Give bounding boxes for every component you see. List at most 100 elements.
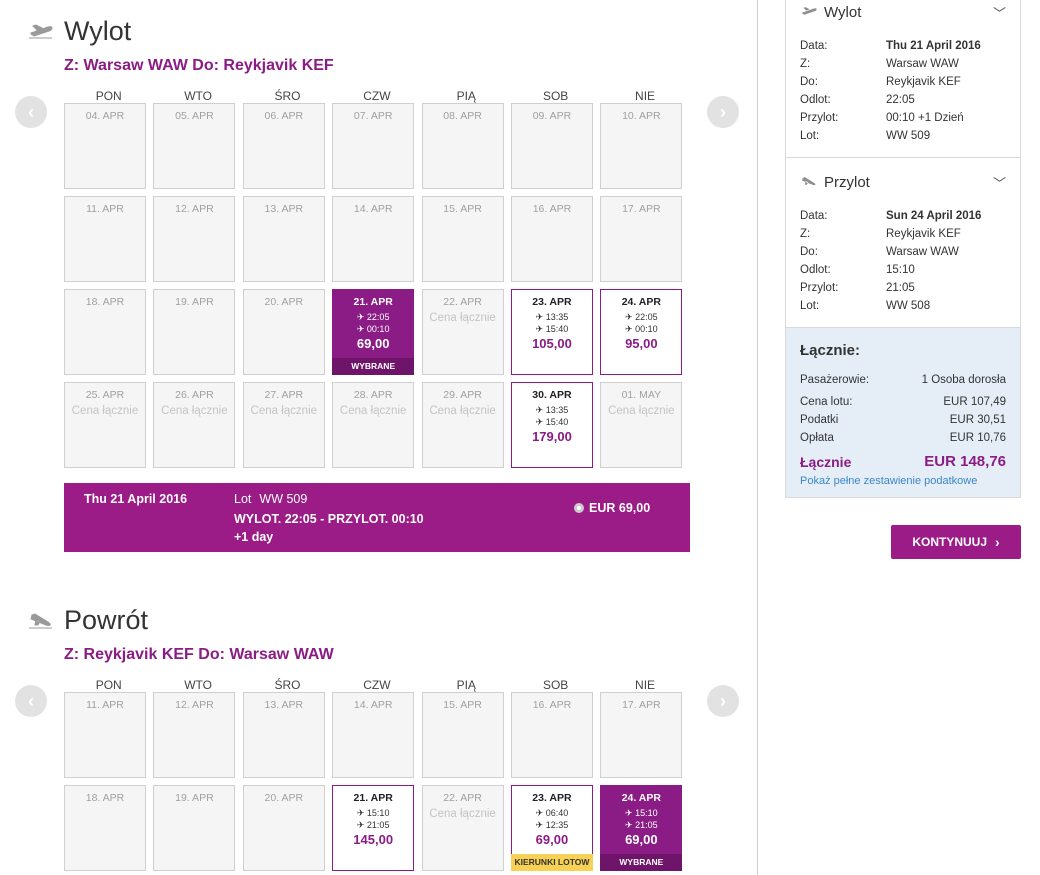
radio-selected-icon [574,503,584,513]
plane-landing-icon: ✈ [535,820,546,830]
sidebar-inbound-details: Data: Sun 24 April 2016 Z: Reykjavik KEF Do:… [800,207,1006,315]
day-cell[interactable]: 24. APR ✈ 15:10 ✈ 21:05 69,00 WYBRANE [600,785,683,871]
day-date: 01. MAY [621,389,662,401]
day-date: 21. APR [353,792,393,804]
outbound-next-week-button[interactable]: › [707,96,739,128]
fare-radio[interactable]: EUR 69,00 [574,501,650,515]
day-cell: 06. APR [242,103,325,189]
sidebar-inbound-title: Przylot [824,173,870,191]
sidebar-outbound-details: Data: Thu 21 April 2016 Z: Warsaw WAW Do: Rey… [800,37,1006,145]
price-unavailable-text: Cena łącznie [250,405,318,417]
detail-value: Reykjavik KEF [886,228,961,240]
day-cell: 18. APR [64,289,146,375]
flight-directions-badge: KIERUNKI LOTOW [510,854,593,871]
flight-times: ✈ 15:10 ✈ 21:05 [333,807,413,831]
day-cell: 22. APR Cena łącznie [421,289,504,375]
day-date: 19. APR [175,296,214,308]
day-date: 12. APR [175,203,214,215]
detail-value: 22:05 [886,94,915,106]
summary-date: Thu 21 April 2016 [84,492,188,506]
chevron-right-icon: › [720,690,726,711]
departure-time: ✈ 13:35 [512,311,592,323]
departure-time: ✈ 15:10 [333,807,413,819]
day-cell[interactable]: 23. APR ✈ 13:35 ✈ 15:40 105,00 [510,289,593,375]
detail-row: Odlot: 22:05 [800,91,1006,109]
day-cell[interactable]: 21. APR ✈ 15:10 ✈ 21:05 145,00 [332,785,415,871]
vertical-divider [757,0,758,875]
detail-label: Do: [800,246,818,258]
plane-takeoff-icon: ✈ [625,312,636,322]
plane-landing-icon: ✈ [535,324,546,334]
arrival-time: ✈ 15:40 [512,323,592,335]
detail-row: Z: Warsaw WAW [800,55,1006,73]
arrival-time: ✈ 21:05 [601,819,681,831]
sidebar-outbound: Wylot ﹀ Data: Thu 21 April 2016 Z: Warsaw W… [786,0,1020,158]
day-cell: 19. APR [153,785,236,871]
sidebar-inbound-toggle[interactable]: Przylot ﹀ [800,170,1006,194]
calendar-week: 18. APR 19. APR 20. APR 21. APR ✈ 15:10 ✈ 21:… [64,785,690,875]
day-price: 105,00 [532,336,572,351]
inbound-prev-week-button[interactable]: ‹ [15,685,47,717]
detail-value: 15:10 [886,264,915,276]
inbound-next-week-button[interactable]: › [707,685,739,717]
day-date: 08. APR [443,110,482,122]
day-date: 20. APR [264,296,304,308]
detail-label: Z: [800,58,811,70]
arrival-time-value: 00:10 [366,324,390,334]
calendar-week: 04. APR 05. APR 06. APR 07. APR 08. APR 09. A… [64,103,690,196]
day-cell[interactable]: 21. APR ✈ 22:05 ✈ 00:10 69,00 WYBRANE [332,289,415,375]
flight-times: ✈ 13:35 ✈ 15:40 [512,311,592,335]
plane-takeoff-icon: ✈ [625,808,636,818]
continue-button[interactable]: KONTYNUUJ › [891,525,1021,559]
detail-value: Thu 21 April 2016 [886,40,981,52]
day-date: 18. APR [85,296,125,308]
flight-times: ✈ 15:10 ✈ 21:05 [601,807,681,831]
day-cell[interactable]: 24. APR ✈ 22:05 ✈ 00:10 95,00 [600,289,683,375]
day-date: 17. APR [622,203,661,215]
chevron-right-icon: › [995,534,1000,550]
calendar-week: 11. APR 12. APR 13. APR 14. APR 15. APR 16. A… [64,692,690,785]
weekday-label: CZW [363,89,391,103]
tax-breakdown-link[interactable]: Pokaż pełne zestawienie podatkowe [800,475,1006,487]
detail-value: Reykjavik KEF [886,76,961,88]
detail-label: Przylot: [800,282,839,294]
arrival-time: ✈ 15:40 [512,416,592,428]
price-unavailable-text: Cena łącznie [71,405,139,417]
day-price: 145,00 [353,832,394,847]
arrival-time: ✈ 21:05 [333,819,413,831]
inbound-header: Powrót [28,605,148,636]
day-cell: 15. APR [421,196,504,282]
fare-row: Cena lotu: EUR 107,49 [800,393,1006,411]
weekday-label: CZW [363,678,391,692]
arrival-time-value: 21:05 [366,820,390,830]
arrival-time: ✈ 00:10 [601,323,681,335]
weekday-label: PIĄ [456,678,476,692]
day-date: 21. APR [353,296,393,308]
sidebar-outbound-toggle[interactable]: Wylot ﹀ [800,0,1006,24]
day-cell[interactable]: 23. APR ✈ 06:40 ✈ 12:35 69,00 KIERUNKI LOTOW [510,785,593,871]
chevron-right-icon: › [720,101,726,122]
day-cell: 16. APR [510,692,593,778]
day-cell[interactable]: 30. APR ✈ 13:35 ✈ 15:40 179,00 [510,382,593,468]
fare-value: EUR 107,49 [943,396,1006,408]
detail-row: Lot: WW 508 [800,297,1006,315]
fee-value: EUR 10,76 [949,432,1006,444]
day-cell: 25. APR Cena łącznie [64,382,146,468]
booking-sidebar: Wylot ﹀ Data: Thu 21 April 2016 Z: Warsaw W… [785,0,1021,498]
arrival-time-value: 15:40 [545,417,569,427]
summary-extra-day: +1 day [234,530,274,544]
outbound-header: Wylot [28,16,131,47]
chevron-left-icon: ‹ [28,101,34,122]
day-price: 69,00 [356,336,390,351]
selected-badge: WYBRANE [332,358,415,375]
passengers-value: 1 Osoba dorosła [921,374,1006,386]
outbound-route: Z: Warsaw WAW Do: Reykjavik KEF [64,57,334,74]
day-cell: 07. APR [332,103,415,189]
day-date: 22. APR [443,296,482,308]
detail-label: Data: [800,40,828,52]
flight-times: ✈ 22:05 ✈ 00:10 [333,311,413,335]
day-date: 07. APR [353,110,393,122]
outbound-prev-week-button[interactable]: ‹ [15,96,47,128]
detail-label: Data: [800,210,828,222]
day-cell: 20. APR [242,289,325,375]
